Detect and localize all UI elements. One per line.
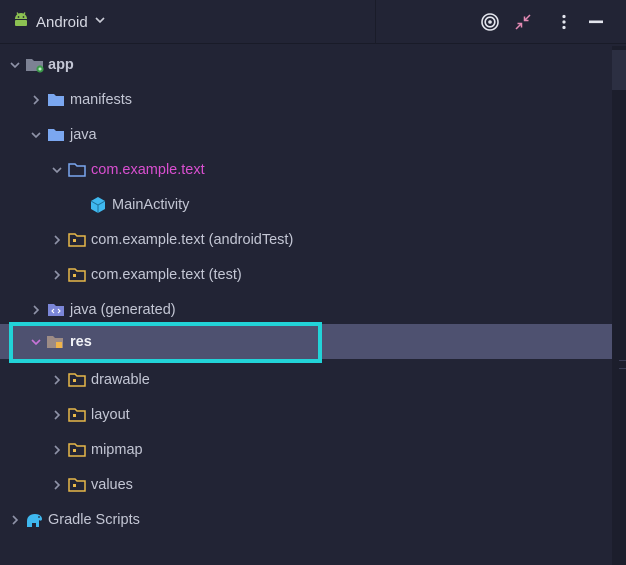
module-folder-icon [25,55,45,75]
tree-label: drawable [91,371,150,388]
tree-label: Gradle Scripts [48,511,140,528]
scrollbar-marker [619,368,626,369]
chevron-right-icon[interactable] [50,373,64,387]
tree-label: com.example.text [91,161,205,178]
chevron-down-icon[interactable] [29,128,43,142]
chevron-right-icon[interactable] [8,513,22,527]
tree-row-layout[interactable]: layout [0,397,612,432]
folder-icon [67,405,87,425]
tree-label: res [70,333,92,350]
activity-class-icon [88,195,108,215]
tree-label: app [48,56,74,73]
tree-row-java[interactable]: java [0,117,612,152]
tree-row-package-test[interactable]: com.example.text (test) [0,257,612,292]
project-toolbar: Android [0,0,626,44]
minimize-icon[interactable] [585,11,607,33]
tree-label: manifests [70,91,133,108]
tree-row-package-main[interactable]: com.example.text [0,152,612,187]
folder-icon [67,370,87,390]
folder-icon [67,475,87,495]
project-view-label: Android [36,13,88,31]
project-tree: app manifests java com.example.text Main… [0,46,612,565]
tree-label: layout [91,406,130,423]
project-view-selector[interactable]: Android [12,10,106,34]
chevron-down-icon[interactable] [8,58,22,72]
target-icon[interactable] [479,11,501,33]
chevron-down-icon [94,13,106,31]
gradle-elephant-icon [25,510,45,530]
tree-label: java [70,126,97,143]
chevron-right-icon[interactable] [50,408,64,422]
chevron-down-icon[interactable] [50,163,64,177]
toolbar-divider [375,0,376,44]
tree-row-gradle-scripts[interactable]: Gradle Scripts [0,502,612,537]
package-folder-icon [67,230,87,250]
tree-label: java (generated) [70,301,176,318]
vertical-scrollbar[interactable] [612,46,626,565]
chevron-right-icon[interactable] [29,93,43,107]
generated-source-folder-icon [46,300,66,320]
tree-row-res[interactable]: res [0,324,612,359]
package-folder-icon [67,160,87,180]
tree-label: MainActivity [112,196,190,213]
folder-icon [46,90,66,110]
chevron-right-icon[interactable] [50,443,64,457]
package-folder-icon [67,265,87,285]
tree-label: com.example.text (androidTest) [91,231,294,248]
resources-folder-icon [46,332,66,352]
tree-row-java-generated[interactable]: java (generated) [0,292,612,327]
chevron-down-icon[interactable] [29,335,43,349]
tree-row-drawable[interactable]: drawable [0,362,612,397]
chevron-right-icon[interactable] [50,233,64,247]
tree-row-app[interactable]: app [0,47,612,82]
scrollbar-marker [619,360,626,361]
android-icon [12,11,30,34]
tree-label: mipmap [91,441,143,458]
tree-row-main-activity[interactable]: MainActivity [0,187,612,222]
tree-row-values[interactable]: values [0,467,612,502]
scrollbar-thumb[interactable] [612,50,626,90]
collapse-icon[interactable] [512,11,534,33]
chevron-right-icon[interactable] [50,268,64,282]
more-vertical-icon[interactable] [553,11,575,33]
tree-label: com.example.text (test) [91,266,242,283]
folder-icon [46,125,66,145]
chevron-right-icon[interactable] [29,303,43,317]
tree-row-manifests[interactable]: manifests [0,82,612,117]
folder-icon [67,440,87,460]
tree-row-mipmap[interactable]: mipmap [0,432,612,467]
chevron-right-icon[interactable] [50,478,64,492]
tree-label: values [91,476,133,493]
tree-row-package-android-test[interactable]: com.example.text (androidTest) [0,222,612,257]
